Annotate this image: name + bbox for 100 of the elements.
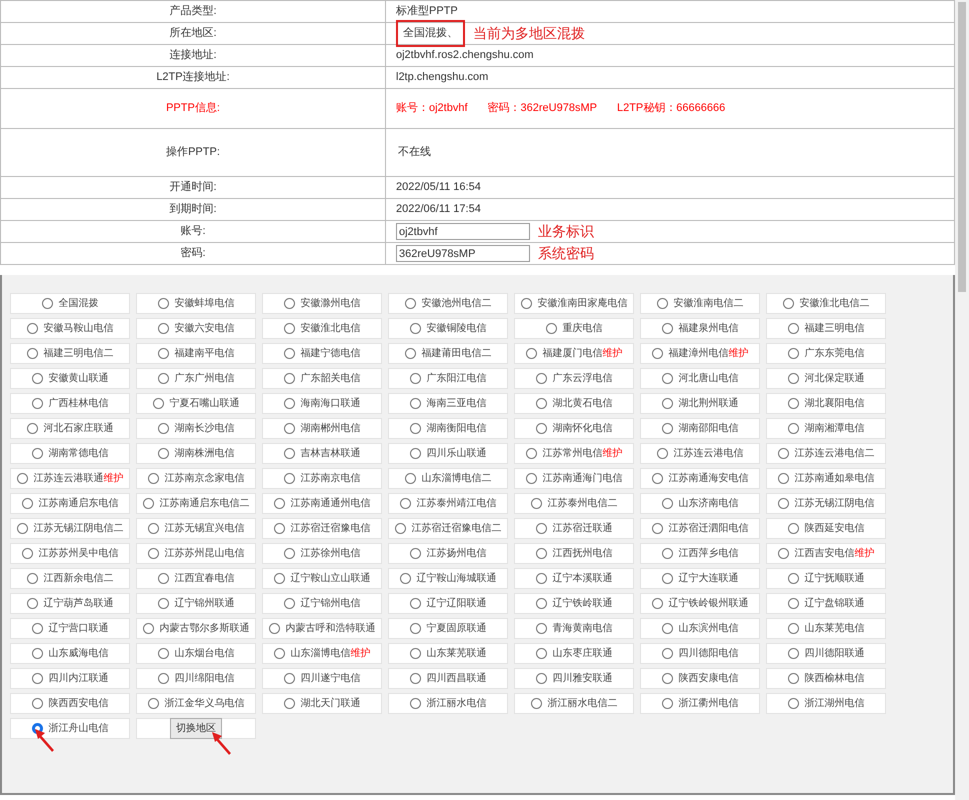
region-option[interactable]: 宁夏石嘴山联通 [136,393,256,414]
region-option[interactable]: 山东烟台电信 [136,643,256,664]
region-option[interactable]: 辽宁鞍山海城联通 [388,568,508,589]
region-option[interactable]: 江苏泰州靖江电信 [388,493,508,514]
region-option[interactable]: 安徽蚌埠电信 [136,293,256,314]
region-option[interactable]: 安徽铜陵电信 [388,318,508,339]
region-option[interactable]: 四川德阳联通 [766,643,886,664]
region-option[interactable]: 四川乐山联通 [388,443,508,464]
region-option[interactable]: 陕西西安电信 [10,693,130,714]
region-option[interactable]: 福建泉州电信 [640,318,760,339]
region-option[interactable]: 湖南株洲电信 [136,443,256,464]
region-option[interactable]: 河北石家庄联通 [10,418,130,439]
region-option[interactable]: 四川内江联通 [10,668,130,689]
region-option[interactable]: 安徽六安电信 [136,318,256,339]
text-input[interactable]: 362reU978sMP [396,245,530,262]
region-option[interactable]: 山东济南电信 [640,493,760,514]
region-option[interactable]: 辽宁葫芦岛联通 [10,593,130,614]
region-option[interactable]: 四川西昌联通 [388,668,508,689]
region-option[interactable]: 四川雅安联通 [514,668,634,689]
region-option[interactable]: 海南三亚电信 [388,393,508,414]
region-option[interactable]: 江苏无锡江阴电信 [766,493,886,514]
region-option[interactable]: 江苏泰州电信二 [514,493,634,514]
region-option[interactable]: 广东云浮电信 [514,368,634,389]
region-option[interactable]: 四川绵阳电信 [136,668,256,689]
region-option[interactable]: 河北保定联通 [766,368,886,389]
region-option[interactable]: 江苏南通启东电信二 [136,493,256,514]
region-option[interactable]: 海南海口联通 [262,393,382,414]
region-option[interactable]: 湖南常德电信 [10,443,130,464]
region-option[interactable]: 内蒙古鄂尔多斯联通 [136,618,256,639]
region-option[interactable]: 辽宁大连联通 [640,568,760,589]
region-option[interactable]: 辽宁锦州电信 [262,593,382,614]
region-option[interactable]: 陕西榆林电信 [766,668,886,689]
region-option[interactable]: 湖北襄阳电信 [766,393,886,414]
region-option[interactable]: 江苏扬州电信 [388,543,508,564]
region-option[interactable]: 湖北荆州联通 [640,393,760,414]
region-option[interactable]: 安徽淮北电信二 [766,293,886,314]
region-option[interactable]: 广东韶关电信 [262,368,382,389]
region-option[interactable]: 江苏无锡宜兴电信 [136,518,256,539]
region-option[interactable]: 福建三明电信二 [10,343,130,364]
region-option[interactable]: 福建宁德电信 [262,343,382,364]
region-option[interactable]: 湖南郴州电信 [262,418,382,439]
region-option[interactable]: 湖南长沙电信 [136,418,256,439]
region-option[interactable]: 陕西延安电信 [766,518,886,539]
region-option[interactable]: 江苏南京念家电信 [136,468,256,489]
region-option[interactable]: 山东枣庄联通 [514,643,634,664]
region-option[interactable]: 江苏南京电信 [262,468,382,489]
region-option[interactable]: 浙江金华义乌电信 [136,693,256,714]
region-option[interactable]: 湖南衡阳电信 [388,418,508,439]
region-option[interactable]: 山东莱芜电信 [766,618,886,639]
region-option[interactable]: 安徽淮北电信 [262,318,382,339]
region-option[interactable]: 江西抚州电信 [514,543,634,564]
region-option[interactable]: 江西新余电信二 [10,568,130,589]
region-option[interactable]: 山东威海电信 [10,643,130,664]
region-option[interactable]: 广东广州电信 [136,368,256,389]
region-option[interactable]: 安徽淮南电信二 [640,293,760,314]
region-option[interactable]: 江苏南通启东电信 [10,493,130,514]
region-option[interactable]: 江西吉安电信维护 [766,543,886,564]
region-option[interactable]: 辽宁鞍山立山联通 [262,568,382,589]
region-option[interactable]: 江苏南通海安电信 [640,468,760,489]
region-option[interactable]: 辽宁辽阳联通 [388,593,508,614]
region-option[interactable]: 福建漳州电信维护 [640,343,760,364]
region-option[interactable]: 广东阳江电信 [388,368,508,389]
region-option[interactable]: 江苏苏州吴中电信 [10,543,130,564]
region-option[interactable]: 江苏宿迁宿豫电信二 [388,518,508,539]
region-option[interactable]: 安徽滁州电信 [262,293,382,314]
region-option[interactable]: 湖南邵阳电信 [640,418,760,439]
region-option[interactable]: 吉林吉林联通 [262,443,382,464]
region-option[interactable]: 内蒙古呼和浩特联通 [262,618,382,639]
region-option[interactable]: 重庆电信 [514,318,634,339]
region-option[interactable]: 江苏南通通州电信 [262,493,382,514]
text-input[interactable]: oj2tbvhf [396,223,530,240]
region-option[interactable]: 辽宁铁岭银州联通 [640,593,760,614]
region-option[interactable]: 山东莱芜联通 [388,643,508,664]
region-option[interactable]: 江苏无锡江阴电信二 [10,518,130,539]
region-option[interactable]: 辽宁铁岭联通 [514,593,634,614]
region-option[interactable]: 湖南湘潭电信 [766,418,886,439]
region-option[interactable]: 江苏连云港联通维护 [10,468,130,489]
region-option[interactable]: 江苏连云港电信 [640,443,760,464]
region-option[interactable]: 江苏常州电信维护 [514,443,634,464]
region-option[interactable]: 江苏南通如皋电信 [766,468,886,489]
region-option[interactable]: 湖北天门联通 [262,693,382,714]
region-option[interactable]: 江苏连云港电信二 [766,443,886,464]
region-option[interactable]: 广西桂林电信 [10,393,130,414]
region-option[interactable]: 浙江丽水电信二 [514,693,634,714]
region-option[interactable]: 安徽马鞍山电信 [10,318,130,339]
region-option[interactable]: 江苏徐州电信 [262,543,382,564]
region-option[interactable]: 湖北黄石电信 [514,393,634,414]
region-option[interactable]: 山东淄博电信二 [388,468,508,489]
region-option[interactable]: 辽宁本溪联通 [514,568,634,589]
region-option[interactable]: 安徽淮南田家庵电信 [514,293,634,314]
region-option[interactable]: 江苏苏州昆山电信 [136,543,256,564]
region-option[interactable]: 江西萍乡电信 [640,543,760,564]
region-option[interactable]: 福建厦门电信维护 [514,343,634,364]
region-option[interactable]: 辽宁抚顺联通 [766,568,886,589]
region-option[interactable]: 安徽黄山联通 [10,368,130,389]
region-option[interactable]: 江苏宿迁泗阳电信 [640,518,760,539]
region-option[interactable]: 广东东莞电信 [766,343,886,364]
region-option[interactable]: 浙江湖州电信 [766,693,886,714]
region-option[interactable]: 湖南怀化电信 [514,418,634,439]
switch-region-button[interactable]: 切换地区 [170,718,222,739]
